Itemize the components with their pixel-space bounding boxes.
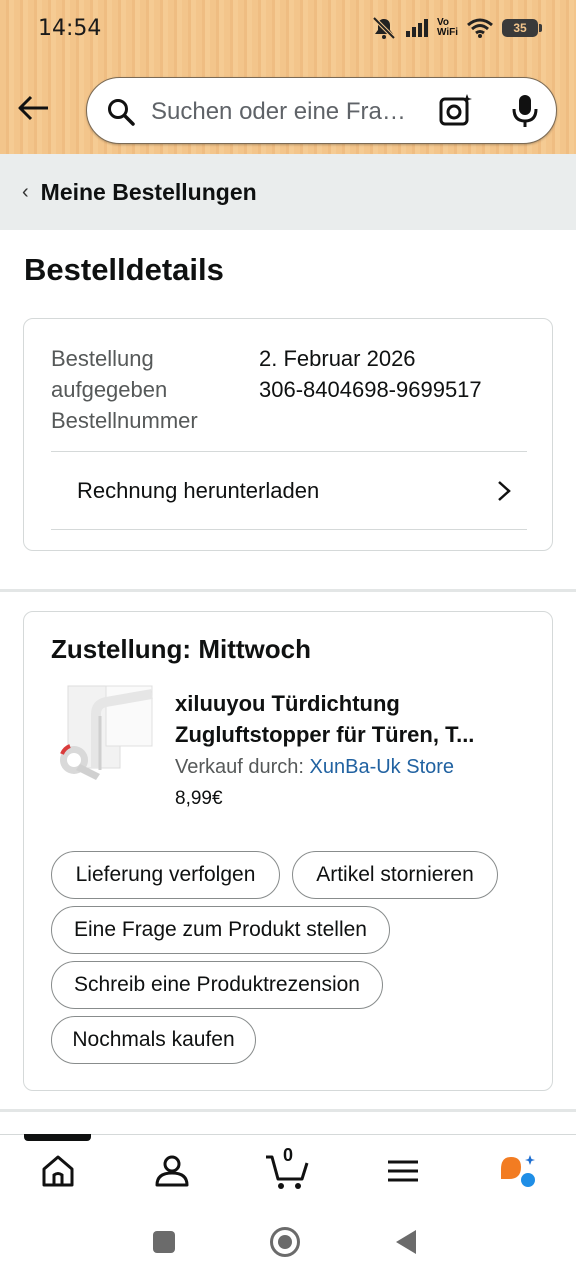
product-title[interactable]: xiluuyou Türdichtung Zugluftstopper für … xyxy=(175,688,535,750)
delivery-title: Zustellung: Mittwoch xyxy=(51,634,311,664)
seller-info: Verkauf durch: XunBa-Uk Store xyxy=(175,756,454,779)
cancel-item-button[interactable]: Artikel stornieren xyxy=(292,851,498,899)
product-title-line1[interactable]: xiluuyou Türdichtung xyxy=(175,688,535,719)
buy-again-button[interactable]: Nochmals kaufen xyxy=(51,1016,256,1064)
camera-icon[interactable] xyxy=(439,93,473,127)
order-number-label: Bestellnummer xyxy=(51,408,198,433)
status-time: 14:54 xyxy=(38,16,102,41)
order-placed-label: Bestellung aufgegeben xyxy=(51,346,168,402)
rufus-icon[interactable] xyxy=(497,1151,537,1191)
product-title-line2[interactable]: Zugluftstopper für Türen, T... xyxy=(175,719,535,750)
order-info-card: Bestellung aufgegeben 2. Februar 2026 Be… xyxy=(23,318,553,551)
order-number-value: 306-8404698-9699517 xyxy=(259,377,482,402)
mute-icon xyxy=(372,16,396,40)
search-input[interactable]: Suchen oder eine Frage stellen xyxy=(86,77,557,144)
back-arrow-icon[interactable] xyxy=(16,90,52,126)
cart-count[interactable]: 0 xyxy=(283,1145,293,1166)
recents-button[interactable] xyxy=(153,1231,175,1253)
section-divider xyxy=(0,589,576,592)
signal-icon xyxy=(405,19,428,37)
ask-question-button[interactable]: Eine Frage zum Produkt stellen xyxy=(51,906,390,954)
shipment-card: Zustellung: Mittwoch xiluuyou Türdichtun… xyxy=(23,611,553,1091)
seller-link[interactable]: XunBa-Uk Store xyxy=(310,756,455,778)
vowifi-bottom: WiFi xyxy=(436,27,458,38)
vowifi-icon: Vo WiFi xyxy=(437,18,458,38)
status-icons: Vo WiFi 35 xyxy=(371,14,542,42)
search-header: Suchen oder eine Frage stellen xyxy=(0,56,576,154)
status-bar: 14:54 Vo WiFi 35 xyxy=(0,0,576,56)
page-title: Bestelldetails xyxy=(24,252,224,287)
breadcrumb[interactable]: ‹ Meine Bestellungen xyxy=(0,154,576,230)
cart-button[interactable]: 0 xyxy=(265,1145,311,1191)
write-review-button[interactable]: Schreib eine Produktrezension xyxy=(51,961,383,1009)
wifi-icon xyxy=(467,18,493,38)
system-nav-bar xyxy=(0,1212,576,1280)
sold-by-label: Verkauf durch: xyxy=(175,756,304,778)
home-button[interactable] xyxy=(270,1227,300,1257)
product-price: 8,99€ xyxy=(175,788,223,809)
download-invoice-row[interactable]: Rechnung herunterladen xyxy=(51,452,527,530)
search-placeholder[interactable]: Suchen oder eine Frage stellen xyxy=(151,98,413,126)
download-invoice-label[interactable]: Rechnung herunterladen xyxy=(77,478,319,504)
divider xyxy=(51,529,527,530)
account-icon[interactable] xyxy=(152,1151,192,1191)
menu-icon[interactable] xyxy=(383,1151,423,1191)
bottom-tab-bar: 0 xyxy=(0,1134,576,1212)
back-button[interactable] xyxy=(396,1230,416,1254)
search-icon[interactable] xyxy=(107,98,135,126)
breadcrumb-label[interactable]: Meine Bestellungen xyxy=(41,179,257,206)
chevron-right-icon[interactable] xyxy=(495,479,513,503)
chevron-left-icon[interactable]: ‹ xyxy=(22,181,29,204)
home-icon[interactable] xyxy=(38,1151,78,1191)
track-delivery-button[interactable]: Lieferung verfolgen xyxy=(51,851,280,899)
order-placed-value: 2. Februar 2026 xyxy=(259,346,416,371)
active-tab-indicator xyxy=(24,1134,91,1141)
section-divider xyxy=(0,1109,576,1112)
mic-icon[interactable] xyxy=(510,94,540,128)
battery-icon: 35 xyxy=(502,19,542,37)
product-image[interactable] xyxy=(56,684,154,786)
